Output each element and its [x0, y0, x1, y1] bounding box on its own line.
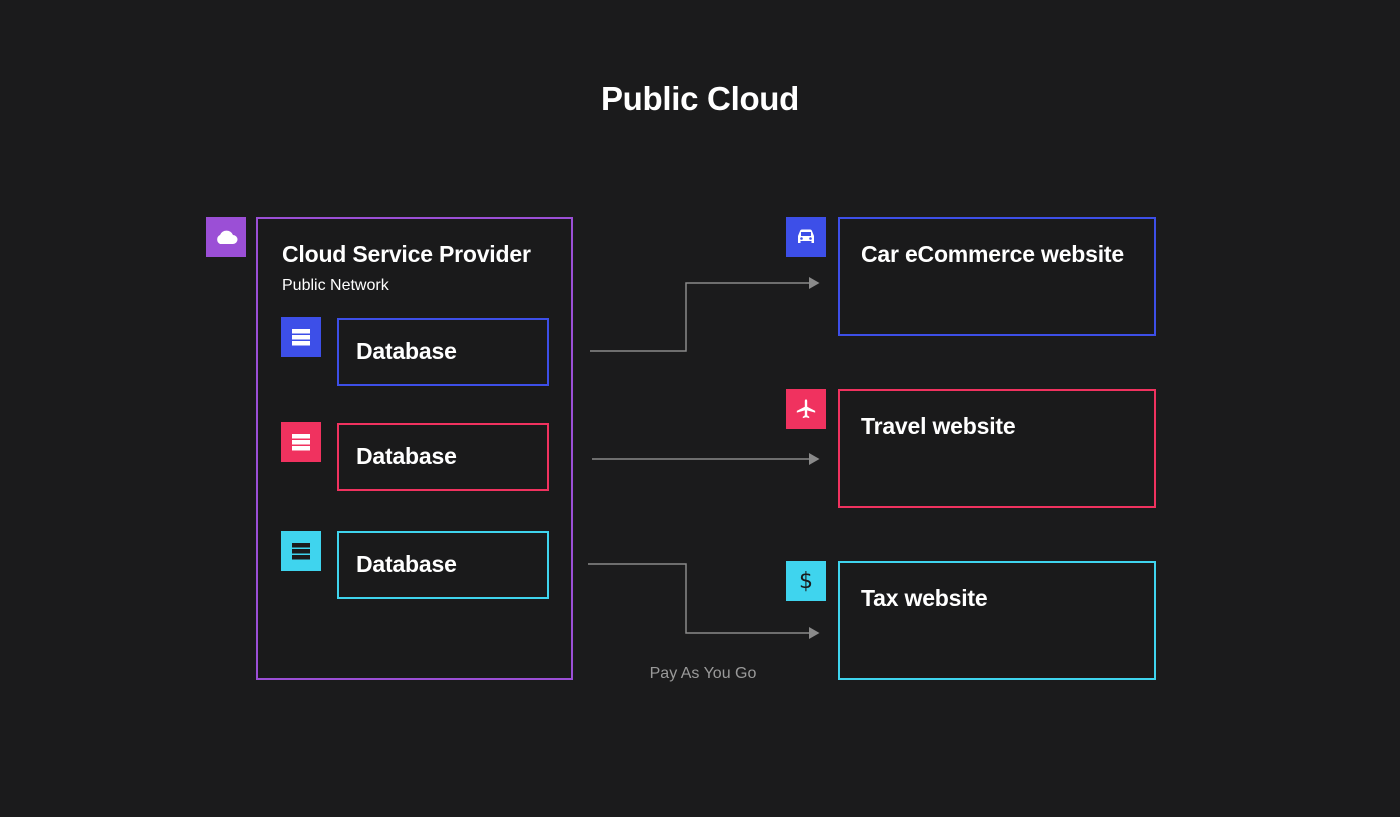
car-icon — [798, 229, 814, 243]
connector-db1-to-car-site — [590, 277, 820, 352]
travel-website-box: Travel website — [838, 389, 1156, 508]
connector-db3-to-tax-site — [588, 563, 820, 639]
airplane-icon — [796, 399, 816, 419]
airplane-badge — [786, 389, 826, 429]
site-label: Travel website — [861, 413, 1016, 439]
tax-website-box: Tax website — [838, 561, 1156, 680]
dollar-icon: $ — [799, 568, 813, 594]
car-ecommerce-website-box: Car eCommerce website — [838, 217, 1156, 336]
site-label: Tax website — [861, 585, 988, 611]
dollar-badge: $ — [786, 561, 826, 601]
connectors — [588, 277, 820, 639]
site-label: Car eCommerce website — [861, 241, 1124, 267]
pay-as-you-go-label: Pay As You Go — [649, 665, 757, 682]
car-badge — [786, 217, 826, 257]
